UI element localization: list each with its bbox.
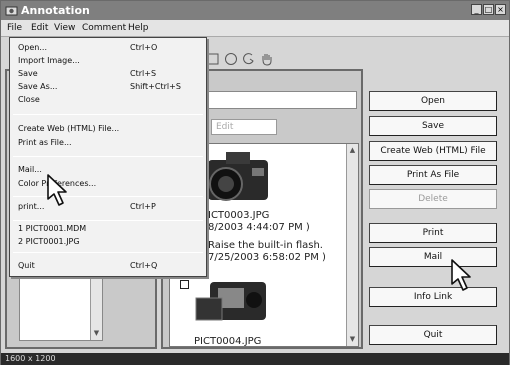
menu-file[interactable]: File xyxy=(7,23,22,33)
hand-tool-icon[interactable] xyxy=(259,51,275,67)
menu-item-create-web[interactable]: Create Web (HTML) File... xyxy=(10,123,206,135)
maximize-button[interactable]: □ xyxy=(483,4,494,15)
edit-button[interactable]: Edit xyxy=(211,119,277,135)
menu-item-quit[interactable]: Quit Ctrl+Q xyxy=(10,260,206,272)
menu-item-close[interactable]: Close xyxy=(10,94,206,106)
delete-button[interactable]: Delete xyxy=(369,189,497,209)
scroll-up-icon[interactable]: ▲ xyxy=(348,146,357,155)
menu-item-save-as[interactable]: Save As... Shift+Ctrl+S xyxy=(10,81,206,93)
file-menu-dropdown: Open... Ctrl+O Import Image... Save Ctrl… xyxy=(9,37,207,277)
scroll-down-icon[interactable]: ▼ xyxy=(92,329,101,338)
menu-help[interactable]: Help xyxy=(128,23,149,33)
menu-view[interactable]: View xyxy=(54,23,75,33)
app-window: Annotation _ □ × File Edit View Comment … xyxy=(0,0,510,365)
image-dimensions: 1600 x 1200 xyxy=(5,354,56,363)
menu-separator xyxy=(13,114,203,115)
app-icon xyxy=(5,6,18,16)
menu-item-open[interactable]: Open... Ctrl+O xyxy=(10,42,206,54)
mouse-pointer-icon xyxy=(47,174,67,206)
menu-item-recent-2[interactable]: 2 PICT0001.JPG xyxy=(10,236,206,248)
menu-item-print-as-file[interactable]: Print as File... xyxy=(10,137,206,149)
image-filename-2: PICT0004.JPG xyxy=(194,336,262,347)
camera-lcd-thumbnail[interactable] xyxy=(194,274,278,334)
menu-separator xyxy=(13,252,203,253)
menu-item-save[interactable]: Save Ctrl+S xyxy=(10,68,206,80)
image-list-scrollbar[interactable]: ▲ ▼ xyxy=(346,144,358,346)
camera-thumbnail[interactable] xyxy=(202,146,278,210)
scroll-down-icon[interactable]: ▼ xyxy=(348,335,357,344)
status-bar: 1600 x 1200 xyxy=(1,353,509,365)
create-web-button[interactable]: Create Web (HTML) File xyxy=(369,141,497,161)
circle-tool-icon[interactable] xyxy=(223,51,239,67)
image-filename: ICT0003.JPG xyxy=(208,210,270,221)
print-button[interactable]: Print xyxy=(369,223,497,243)
menu-separator xyxy=(13,196,203,197)
menu-edit[interactable]: Edit xyxy=(31,23,48,33)
image-date: 8/2003 4:44:07 PM ) xyxy=(208,222,310,233)
title-bar: Annotation _ □ × xyxy=(1,1,509,20)
menu-item-import-image[interactable]: Import Image... xyxy=(10,55,206,67)
comment-date: 7/25/2003 6:58:02 PM ) xyxy=(208,252,326,263)
save-button[interactable]: Save xyxy=(369,116,497,136)
lasso-tool-icon[interactable] xyxy=(241,51,257,67)
minimize-button[interactable]: _ xyxy=(471,4,482,15)
square-tool-icon[interactable] xyxy=(205,51,221,67)
menu-item-mail[interactable]: Mail... xyxy=(10,164,206,176)
menu-bar: File Edit View Comment Help xyxy=(1,20,509,37)
open-button[interactable]: Open xyxy=(369,91,497,111)
menu-comment[interactable]: Comment xyxy=(82,23,126,33)
quit-button[interactable]: Quit xyxy=(369,325,497,345)
menu-item-color-preferences[interactable]: Color Preferences... xyxy=(10,178,206,190)
image-comment: Raise the built-in flash. xyxy=(208,240,323,251)
print-as-file-button[interactable]: Print As File xyxy=(369,165,497,185)
window-title: Annotation xyxy=(21,4,90,17)
menu-separator xyxy=(13,220,203,221)
menu-item-recent-1[interactable]: 1 PICT0001.MDM xyxy=(10,223,206,235)
mouse-pointer-icon xyxy=(451,259,471,291)
menu-separator xyxy=(13,156,203,157)
close-button[interactable]: × xyxy=(495,4,506,15)
image-checkbox[interactable] xyxy=(180,280,189,289)
menu-item-print[interactable]: print... Ctrl+P xyxy=(10,201,206,213)
